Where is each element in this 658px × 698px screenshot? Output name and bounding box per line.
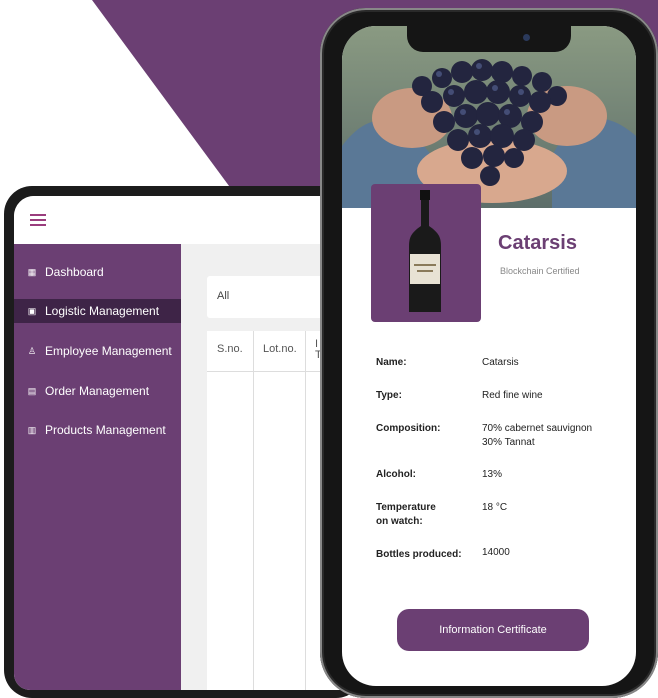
wine-bottle-image xyxy=(409,190,441,312)
sidebar-item-label: Logistic Management xyxy=(45,304,160,318)
tablet-screen: ▦ Dashboard ▣ Logistic Management ♙ Empl… xyxy=(14,196,364,690)
certification-label: Blockchain Certified xyxy=(500,266,580,276)
sidebar-item-label: Employee Management xyxy=(45,344,172,358)
grid-icon: ▦ xyxy=(27,266,37,277)
sidebar-item-products-management[interactable]: ▥ Products Management xyxy=(14,418,181,442)
wine-bottle-card xyxy=(371,184,481,322)
sidebar: ▦ Dashboard ▣ Logistic Management ♙ Empl… xyxy=(14,244,181,690)
detail-value-name: Catarsis xyxy=(482,357,519,368)
camera-icon xyxy=(523,34,530,41)
sidebar-item-label: Dashboard xyxy=(45,265,104,279)
app-header xyxy=(14,196,364,245)
product-name: Catarsis xyxy=(498,232,577,254)
box-icon: ▥ xyxy=(27,424,37,435)
truck-icon: ▣ xyxy=(27,305,37,316)
detail-label-bottles: Bottles produced: xyxy=(376,549,462,560)
detail-value-composition: 70% cabernet sauvignon 30% Tannat xyxy=(482,423,593,448)
column-header-sno[interactable]: S.no. xyxy=(207,331,253,372)
detail-value-temperature: 18 °C xyxy=(482,502,508,513)
detail-value-type: Red fine wine xyxy=(482,390,543,401)
detail-label-type: Type: xyxy=(376,390,402,401)
sidebar-item-order-management[interactable]: ▤ Order Management xyxy=(14,379,181,403)
detail-label-alcohol: Alcohol: xyxy=(376,469,416,480)
phone-notch xyxy=(407,26,571,52)
column-header-lotno[interactable]: Lot.no. xyxy=(253,331,305,372)
hamburger-icon[interactable] xyxy=(30,214,46,226)
detail-label-composition: Composition: xyxy=(376,423,441,434)
tablet-device: ▦ Dashboard ▣ Logistic Management ♙ Empl… xyxy=(4,186,364,698)
grapes-photo xyxy=(342,26,636,208)
sidebar-item-label: Products Management xyxy=(45,423,166,437)
sidebar-item-label: Order Management xyxy=(45,384,150,398)
filter-select-value: All xyxy=(217,290,230,302)
phone-device: Catarsis Blockchain Certified Name: Cata… xyxy=(320,8,658,698)
sidebar-item-logistic-management[interactable]: ▣ Logistic Management xyxy=(14,299,181,323)
information-certificate-button[interactable]: Information Certificate xyxy=(397,609,589,651)
detail-label-temperature: Temperature on watch: xyxy=(376,502,436,527)
sidebar-item-dashboard[interactable]: ▦ Dashboard xyxy=(14,260,181,284)
detail-value-alcohol: 13% xyxy=(482,469,503,480)
detail-label-name: Name: xyxy=(376,357,407,368)
user-icon: ♙ xyxy=(27,345,37,356)
phone-screen: Catarsis Blockchain Certified Name: Cata… xyxy=(342,26,636,686)
table-divider xyxy=(253,331,254,690)
document-icon: ▤ xyxy=(27,385,37,396)
detail-value-bottles: 14000 xyxy=(482,547,510,558)
table-divider xyxy=(305,331,306,690)
sidebar-item-employee-management[interactable]: ♙ Employee Management xyxy=(14,339,181,363)
